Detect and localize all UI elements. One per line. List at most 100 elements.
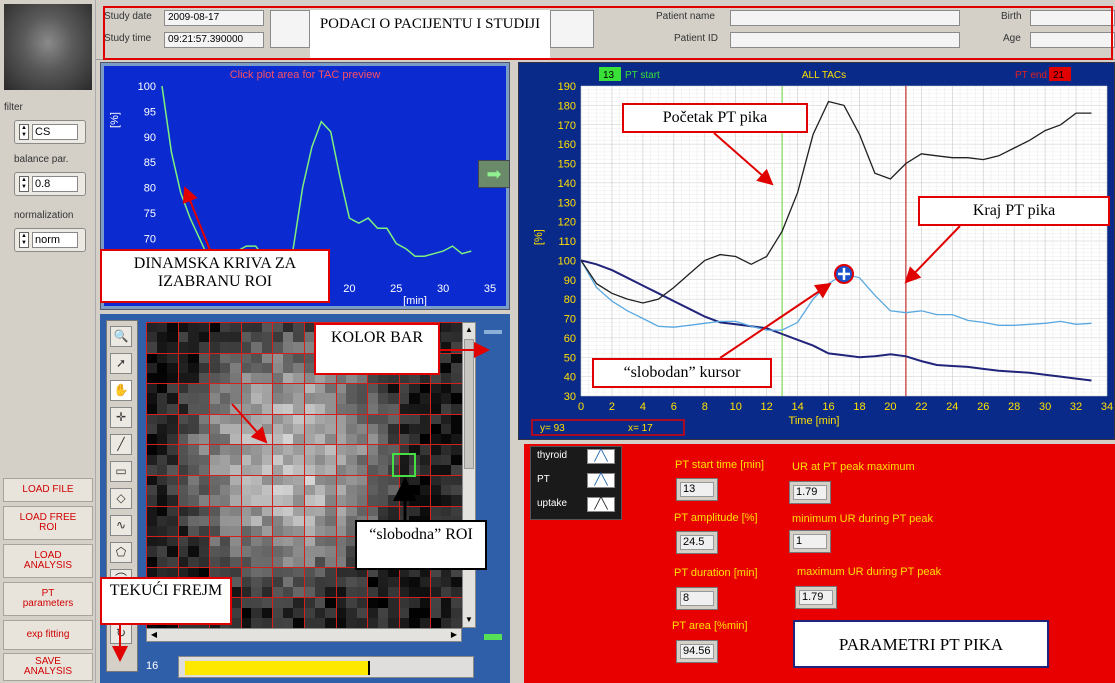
image-pixel xyxy=(377,424,389,435)
image-pixel xyxy=(230,505,242,517)
spinner-arrows-icon[interactable]: ▲ ▼ xyxy=(19,232,29,248)
freehand-icon[interactable]: ∿ xyxy=(110,515,132,536)
image-pixel xyxy=(240,362,252,374)
image-pixel xyxy=(346,464,358,476)
vertical-scrollbar[interactable]: ▲ ▼ xyxy=(462,322,476,628)
main-x-tick: 26 xyxy=(977,401,989,413)
image-pixel xyxy=(219,373,231,384)
preview-x-tick: 20 xyxy=(343,283,355,295)
image-pixel xyxy=(282,352,294,364)
scroll-thumb[interactable] xyxy=(464,339,474,469)
rotate-icon[interactable]: ↻ xyxy=(110,623,132,644)
color-bar[interactable] xyxy=(482,330,504,640)
preview-y-tick: 90 xyxy=(144,132,156,144)
spinner-arrows-icon[interactable]: ▲ ▼ xyxy=(19,124,29,140)
image-pixel xyxy=(177,352,189,364)
pt-area-field[interactable]: 94.56 xyxy=(676,640,718,663)
image-pixel xyxy=(240,515,252,527)
image-pixel xyxy=(430,454,442,466)
image-pixel xyxy=(188,373,200,384)
image-pixel xyxy=(377,403,389,415)
image-pixel xyxy=(430,464,442,476)
legend-pt[interactable]: PT ╱╲ xyxy=(533,472,619,490)
pt-start-field[interactable]: 13 xyxy=(676,478,718,501)
image-pixel xyxy=(240,373,252,384)
image-pixel xyxy=(293,556,305,568)
horizontal-scrollbar[interactable]: ◀ ▶ xyxy=(146,628,462,642)
filter-value[interactable]: CS xyxy=(32,124,78,140)
color-bar-bottom-handle-icon[interactable] xyxy=(484,634,502,640)
normalization-spinner[interactable]: ▲ ▼ norm xyxy=(14,228,86,252)
pt-amplitude-field[interactable]: 24.5 xyxy=(676,531,718,554)
image-pixel xyxy=(230,556,242,568)
diamond-icon[interactable]: ◇ xyxy=(110,488,132,509)
rect-icon[interactable]: ▭ xyxy=(110,461,132,482)
image-pixel xyxy=(419,505,431,517)
polygon-icon[interactable]: ⬠ xyxy=(110,542,132,563)
legend-thyroid[interactable]: thyroid ╱╲ xyxy=(533,448,619,466)
image-pixel xyxy=(325,515,337,527)
image-pixel xyxy=(209,536,221,547)
scroll-right-icon[interactable]: ▶ xyxy=(447,629,461,641)
image-pixel xyxy=(293,454,305,466)
image-pixel xyxy=(419,413,431,425)
image-pixel xyxy=(209,403,221,415)
callout-color-bar: KOLOR BAR xyxy=(314,323,440,375)
image-pixel xyxy=(167,444,179,456)
load-free-roi-button[interactable]: LOAD FREE ROI xyxy=(3,506,93,540)
exp-fitting-button[interactable]: exp fitting xyxy=(3,620,93,650)
main-x-tick: 18 xyxy=(853,401,865,413)
pt-parameters-button[interactable]: PT parameters xyxy=(3,582,93,616)
line-icon[interactable]: ╱ xyxy=(110,434,132,455)
frame-slider[interactable] xyxy=(178,656,474,678)
image-pixel xyxy=(240,332,252,343)
image-pixel xyxy=(272,454,284,466)
cursor-readout-x: x= 17 xyxy=(628,423,653,434)
load-file-button[interactable]: LOAD FILE xyxy=(3,478,93,502)
image-pixel xyxy=(356,607,368,619)
filter-spinner[interactable]: ▲ ▼ CS xyxy=(14,120,86,144)
image-pixel xyxy=(304,403,316,415)
image-pixel xyxy=(451,393,462,405)
load-analysis-button[interactable]: LOAD ANALYSIS xyxy=(3,544,93,578)
crosshair-icon[interactable]: ✛ xyxy=(110,407,132,428)
image-pixel xyxy=(293,403,305,415)
image-pixel xyxy=(198,526,210,537)
pt-duration-field[interactable]: 8 xyxy=(676,587,718,610)
scroll-left-icon[interactable]: ◀ xyxy=(147,629,161,641)
image-pixel xyxy=(314,577,326,588)
image-pixel xyxy=(440,577,452,588)
image-pixel xyxy=(146,362,158,374)
image-pixel xyxy=(282,424,294,435)
forward-arrow-button[interactable]: ➡ xyxy=(478,160,510,188)
image-pixel xyxy=(419,424,431,435)
balance-value[interactable]: 0.8 xyxy=(32,176,78,192)
image-pixel xyxy=(325,495,337,507)
image-pixel xyxy=(272,526,284,537)
ur-peak-field[interactable]: 1.79 xyxy=(789,481,831,504)
max-ur-field[interactable]: 1.79 xyxy=(795,586,837,609)
image-pixel xyxy=(146,454,158,466)
scroll-up-icon[interactable]: ▲ xyxy=(463,323,475,337)
image-pixel xyxy=(451,587,462,598)
scroll-down-icon[interactable]: ▼ xyxy=(463,613,475,627)
balance-spinner[interactable]: ▲ ▼ 0.8 xyxy=(14,172,86,196)
min-ur-label: minimum UR during PT peak xyxy=(792,513,934,525)
color-bar-top-handle-icon[interactable] xyxy=(484,330,502,334)
image-pixel xyxy=(398,617,410,628)
free-roi-box[interactable] xyxy=(392,453,416,477)
main-y-tick: 30 xyxy=(564,391,576,403)
min-ur-field[interactable]: 1 xyxy=(789,530,831,553)
save-analysis-button[interactable]: SAVE ANALYSIS xyxy=(3,653,93,681)
arrow-icon[interactable]: ➚ xyxy=(110,353,132,374)
spinner-arrows-icon[interactable]: ▲ ▼ xyxy=(19,176,29,192)
image-pixel xyxy=(272,505,284,517)
legend-uptake[interactable]: uptake ╱╲ xyxy=(533,496,619,514)
hand-icon[interactable]: ✋ xyxy=(110,380,132,401)
image-pixel xyxy=(440,444,452,456)
image-pixel xyxy=(230,444,242,456)
magnify-icon[interactable]: 🔍 xyxy=(110,326,132,347)
image-pixel xyxy=(272,393,284,405)
normalization-value[interactable]: norm xyxy=(32,232,78,248)
image-pixel xyxy=(219,393,231,405)
